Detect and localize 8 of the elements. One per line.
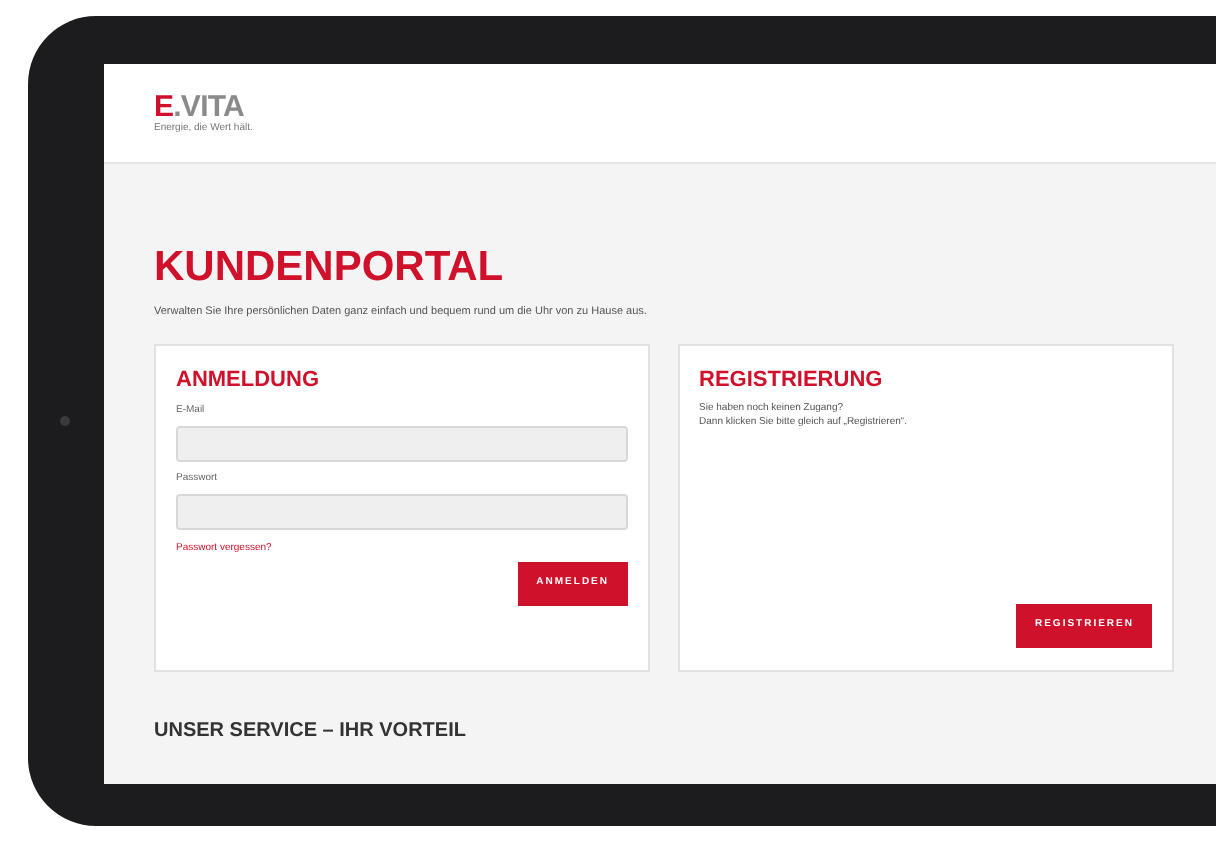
camera-icon (60, 416, 70, 426)
page-title: KUNDENPORTAL (154, 244, 504, 292)
input-field[interactable] (176, 494, 628, 530)
card-heading: ANMELDUNG (176, 366, 319, 394)
logo-text: E.VITA (154, 92, 244, 122)
card-heading: REGISTRIERUNG (699, 366, 883, 394)
input-field[interactable] (176, 426, 628, 462)
section-heading: UNSER SERVICE – IHR VORTEIL (154, 720, 466, 744)
